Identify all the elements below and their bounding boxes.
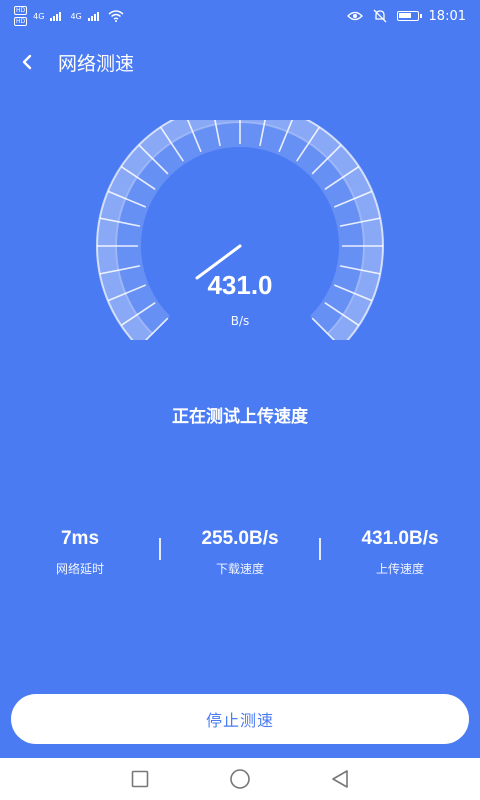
- speed-gauge: [80, 102, 400, 348]
- chevron-left-icon: [22, 54, 32, 70]
- stat-divider: [159, 538, 161, 560]
- stat-label: 网络延时: [55, 562, 104, 576]
- sim-badges: HD HD: [14, 5, 28, 27]
- mute-bell-icon: [373, 9, 386, 23]
- gauge-speed-unit: B/s: [230, 314, 250, 328]
- eye-icon: [346, 11, 363, 21]
- back-nav-button[interactable]: [320, 759, 360, 799]
- recent-apps-button[interactable]: [120, 759, 160, 799]
- system-nav-bar: [0, 758, 480, 800]
- network-type-label: 4G: [70, 11, 82, 21]
- page-title: 网络测速: [58, 52, 135, 75]
- back-button[interactable]: [2, 40, 52, 84]
- gauge-dial: [96, 102, 384, 348]
- gauge-speed-value: 431.0: [207, 270, 273, 300]
- test-status-text: 正在测试上传速度: [172, 407, 308, 427]
- stat-divider: [319, 538, 321, 560]
- stats-row: 7ms 网络延时 255.0B/s 下载速度 431.0B/s 上传速度: [0, 526, 480, 586]
- stat-upload: 431.0B/s 上传速度: [320, 526, 480, 586]
- stat-value: 7ms: [60, 528, 100, 549]
- app-bar: 网络测速: [0, 40, 480, 84]
- stat-label: 下载速度: [215, 562, 264, 576]
- status-bar-right: 18:01: [346, 8, 466, 24]
- clock: 18:01: [428, 8, 466, 24]
- signal-icon: [87, 12, 99, 21]
- hd-badge: HD: [14, 6, 28, 15]
- square-icon: [131, 770, 149, 788]
- status-bar: HD HD 4G 4G 18:01: [0, 0, 480, 32]
- stop-test-button[interactable]: 停止测速: [11, 694, 469, 744]
- stat-label: 上传速度: [375, 562, 424, 576]
- stat-download: 255.0B/s 下载速度: [160, 526, 320, 586]
- triangle-back-icon: [332, 770, 348, 788]
- stat-latency: 7ms 网络延时: [0, 526, 160, 586]
- hd-badge: HD: [14, 17, 28, 26]
- signal-icon: [50, 12, 62, 21]
- circle-icon: [230, 769, 250, 789]
- network-type-label: 4G: [33, 11, 45, 21]
- home-button[interactable]: [220, 759, 260, 799]
- battery-icon: [396, 11, 422, 21]
- wifi-icon: [108, 10, 124, 22]
- stat-value: 431.0B/s: [361, 528, 439, 549]
- status-bar-left: HD HD 4G 4G: [14, 5, 124, 27]
- stat-value: 255.0B/s: [201, 528, 279, 549]
